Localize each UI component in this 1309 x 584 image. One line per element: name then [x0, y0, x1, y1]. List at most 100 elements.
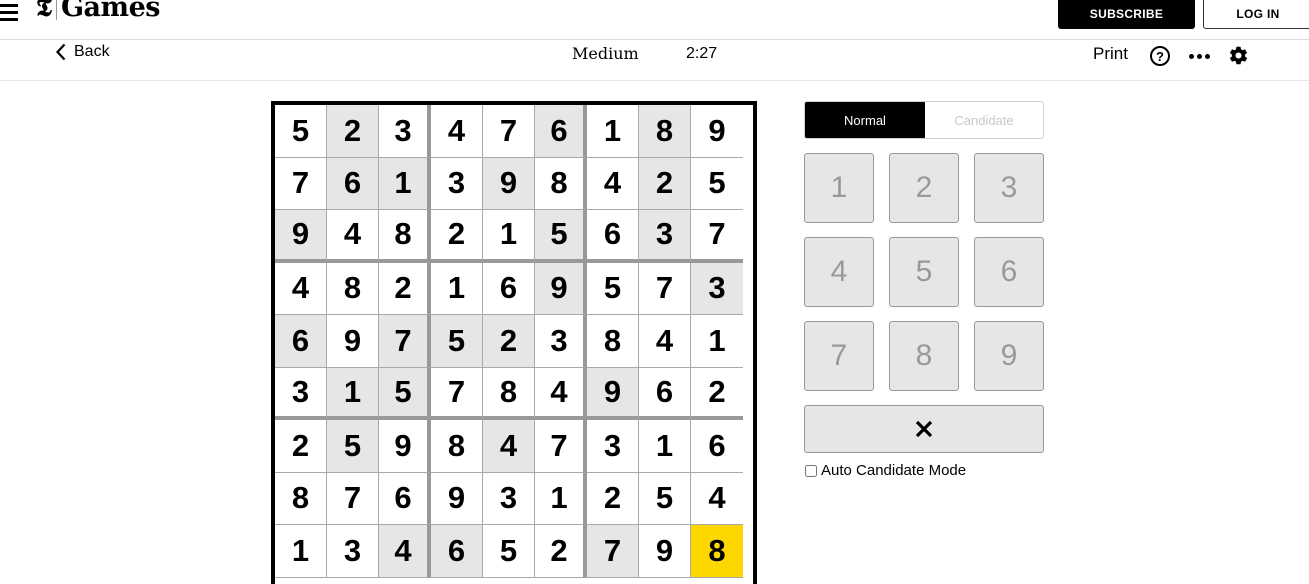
sudoku-cell[interactable]: 5	[379, 367, 431, 420]
sudoku-cell[interactable]: 7	[639, 262, 691, 315]
sudoku-cell[interactable]: 5	[639, 472, 691, 525]
sudoku-cell[interactable]: 5	[327, 420, 379, 473]
sudoku-cell[interactable]: 3	[691, 262, 743, 315]
sudoku-cell[interactable]: 6	[535, 105, 587, 158]
sudoku-cell[interactable]: 5	[691, 157, 743, 210]
gear-icon[interactable]	[1228, 45, 1249, 66]
sudoku-cell[interactable]: 9	[587, 367, 639, 420]
sudoku-cell[interactable]: 6	[587, 210, 639, 263]
sudoku-cell[interactable]: 5	[275, 105, 327, 158]
help-icon[interactable]: ?	[1150, 46, 1170, 66]
sudoku-cell[interactable]: 8	[379, 210, 431, 263]
number-button-4[interactable]: 4	[804, 237, 874, 307]
sudoku-cell[interactable]: 1	[587, 105, 639, 158]
nyt-games-logo[interactable]: 𝕿 Games	[36, 0, 160, 21]
number-button-2[interactable]: 2	[889, 153, 959, 223]
sudoku-cell[interactable]: 2	[483, 315, 535, 368]
number-button-5[interactable]: 5	[889, 237, 959, 307]
sudoku-cell[interactable]: 1	[535, 472, 587, 525]
sudoku-cell[interactable]: 1	[639, 420, 691, 473]
menu-icon[interactable]	[0, 4, 18, 21]
sudoku-cell[interactable]: 4	[275, 262, 327, 315]
sudoku-cell[interactable]: 6	[639, 367, 691, 420]
sudoku-cell[interactable]: 2	[691, 367, 743, 420]
sudoku-cell[interactable]: 9	[639, 525, 691, 578]
sudoku-cell[interactable]: 9	[327, 315, 379, 368]
back-button[interactable]: Back	[56, 43, 110, 61]
auto-candidate-checkbox[interactable]	[805, 464, 817, 477]
login-button[interactable]: LOG IN	[1203, 0, 1309, 29]
sudoku-cell[interactable]: 7	[483, 105, 535, 158]
print-button[interactable]: Print	[1093, 44, 1128, 64]
number-button-8[interactable]: 8	[889, 321, 959, 391]
number-button-1[interactable]: 1	[804, 153, 874, 223]
sudoku-cell[interactable]: 4	[639, 315, 691, 368]
sudoku-cell[interactable]: 1	[483, 210, 535, 263]
sudoku-cell[interactable]: 8	[431, 420, 483, 473]
subscribe-button[interactable]: SUBSCRIBE	[1058, 0, 1195, 29]
sudoku-cell[interactable]: 3	[535, 315, 587, 368]
sudoku-cell[interactable]: 6	[327, 157, 379, 210]
number-button-3[interactable]: 3	[974, 153, 1044, 223]
sudoku-cell[interactable]: 1	[431, 262, 483, 315]
sudoku-cell[interactable]: 7	[379, 315, 431, 368]
sudoku-cell[interactable]: 3	[327, 525, 379, 578]
sudoku-cell[interactable]: 3	[639, 210, 691, 263]
sudoku-cell[interactable]: 4	[327, 210, 379, 263]
sudoku-cell[interactable]: 7	[431, 367, 483, 420]
sudoku-cell[interactable]: 6	[431, 525, 483, 578]
sudoku-cell[interactable]: 7	[587, 525, 639, 578]
sudoku-cell[interactable]: 1	[379, 157, 431, 210]
sudoku-cell[interactable]: 2	[275, 420, 327, 473]
sudoku-cell[interactable]: 5	[587, 262, 639, 315]
sudoku-cell[interactable]: 9	[483, 157, 535, 210]
sudoku-cell[interactable]: 2	[327, 105, 379, 158]
sudoku-cell[interactable]: 6	[379, 472, 431, 525]
sudoku-cell[interactable]: 1	[275, 525, 327, 578]
sudoku-cell[interactable]: 2	[379, 262, 431, 315]
sudoku-cell[interactable]: 4	[587, 157, 639, 210]
sudoku-cell[interactable]: 8	[587, 315, 639, 368]
sudoku-cell[interactable]: 1	[691, 315, 743, 368]
sudoku-cell[interactable]: 8	[327, 262, 379, 315]
sudoku-cell[interactable]: 7	[275, 157, 327, 210]
sudoku-cell[interactable]: 7	[691, 210, 743, 263]
sudoku-cell[interactable]: 2	[535, 525, 587, 578]
mode-candidate-tab[interactable]: Candidate	[925, 102, 1043, 138]
sudoku-cell[interactable]: 9	[275, 210, 327, 263]
sudoku-cell[interactable]: 9	[535, 262, 587, 315]
sudoku-cell[interactable]: 4	[379, 525, 431, 578]
sudoku-cell[interactable]: 3	[587, 420, 639, 473]
sudoku-cell[interactable]: 7	[535, 420, 587, 473]
sudoku-cell[interactable]: 9	[691, 105, 743, 158]
delete-button[interactable]	[804, 405, 1044, 453]
number-button-6[interactable]: 6	[974, 237, 1044, 307]
sudoku-cell[interactable]: 4	[431, 105, 483, 158]
sudoku-cell[interactable]: 5	[483, 525, 535, 578]
sudoku-cell[interactable]: 5	[535, 210, 587, 263]
sudoku-cell[interactable]: 2	[431, 210, 483, 263]
sudoku-cell[interactable]: 4	[483, 420, 535, 473]
sudoku-cell[interactable]: 4	[535, 367, 587, 420]
sudoku-cell[interactable]: 9	[431, 472, 483, 525]
sudoku-cell[interactable]: 3	[275, 367, 327, 420]
sudoku-cell[interactable]: 6	[483, 262, 535, 315]
sudoku-cell[interactable]: 2	[639, 157, 691, 210]
sudoku-cell[interactable]: 5	[431, 315, 483, 368]
more-icon[interactable]	[1189, 54, 1210, 59]
mode-normal-tab[interactable]: Normal	[805, 102, 925, 138]
sudoku-cell[interactable]: 3	[431, 157, 483, 210]
sudoku-cell[interactable]: 7	[327, 472, 379, 525]
sudoku-cell[interactable]: 8	[535, 157, 587, 210]
sudoku-cell[interactable]: 6	[275, 315, 327, 368]
sudoku-cell[interactable]: 8	[639, 105, 691, 158]
sudoku-cell[interactable]: 8	[691, 525, 743, 578]
number-button-7[interactable]: 7	[804, 321, 874, 391]
sudoku-cell[interactable]: 8	[483, 367, 535, 420]
sudoku-cell[interactable]: 2	[587, 472, 639, 525]
sudoku-cell[interactable]: 9	[379, 420, 431, 473]
number-button-9[interactable]: 9	[974, 321, 1044, 391]
sudoku-cell[interactable]: 1	[327, 367, 379, 420]
sudoku-cell[interactable]: 3	[483, 472, 535, 525]
sudoku-cell[interactable]: 8	[275, 472, 327, 525]
